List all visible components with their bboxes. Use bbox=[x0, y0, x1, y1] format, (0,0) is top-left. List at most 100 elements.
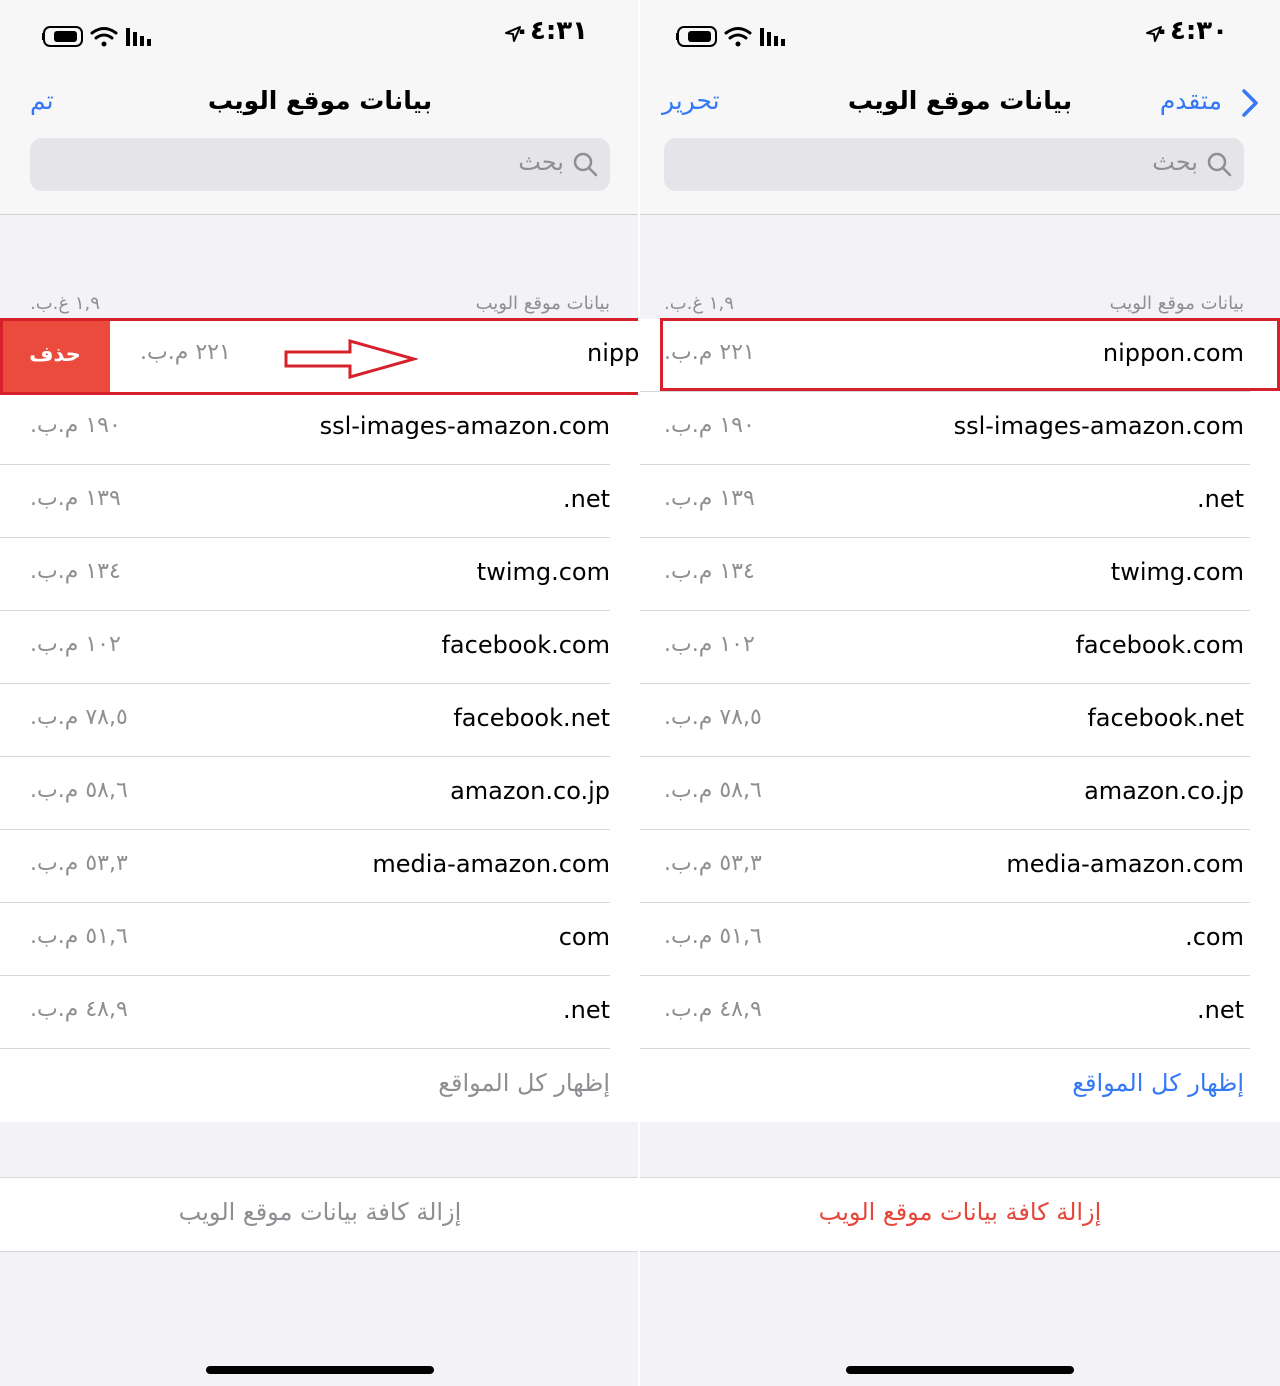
page-title: بيانات موقع الويب bbox=[207, 86, 433, 115]
search-input[interactable]: بحث bbox=[30, 138, 610, 191]
remove-all-label: إزالة كافة بيانات موقع الويب bbox=[818, 1198, 1102, 1226]
remove-all-data-button[interactable]: إزالة كافة بيانات موقع الويب bbox=[0, 1177, 640, 1252]
site-size: ٥٨,٦ م.ب. bbox=[664, 778, 762, 803]
search-input[interactable]: بحث bbox=[664, 138, 1244, 191]
search-placeholder: بحث bbox=[518, 148, 564, 176]
site-name: ssl-images-amazon.com bbox=[319, 412, 610, 440]
website-list: حذف ٢٢١ م.ب. nippon.com ١٩٠ م.ب.ssl-imag… bbox=[0, 319, 640, 1122]
show-all-label: إظهار كل المواقع bbox=[438, 1069, 610, 1097]
site-name: .com bbox=[1185, 923, 1244, 951]
signal-icon bbox=[760, 28, 785, 46]
section-title: بيانات موقع الويب bbox=[475, 293, 610, 314]
website-row[interactable]: ١٠٢ م.ب. facebook.com bbox=[640, 611, 1280, 684]
site-name: twimg.com bbox=[476, 558, 610, 586]
site-name: com bbox=[558, 923, 610, 951]
section-title: بيانات موقع الويب bbox=[1109, 293, 1244, 314]
location-arrow-icon bbox=[505, 26, 521, 42]
website-row[interactable]: ١٩٠ م.ب. ssl-images-amazon.com bbox=[0, 392, 640, 465]
site-name: amazon.co.jp bbox=[1084, 777, 1244, 805]
nav-bar: تم بيانات موقع الويب بحث bbox=[0, 72, 640, 215]
website-row[interactable]: ٧٨,٥ م.ب. facebook.net bbox=[640, 684, 1280, 757]
website-row[interactable]: ٥١,٦ م.ب. com bbox=[0, 903, 640, 976]
right-screen: ٠٤:٣٠ تحرير بيانات موقع الويب متقدم بحث … bbox=[640, 0, 1280, 1386]
remove-all-data-button[interactable]: إزالة كافة بيانات موقع الويب bbox=[640, 1177, 1280, 1252]
site-name: .net bbox=[1196, 996, 1244, 1024]
site-name: .net bbox=[562, 485, 610, 513]
battery-icon bbox=[676, 26, 717, 47]
wifi-icon bbox=[724, 27, 752, 47]
section-total: ١,٩ غ.ب. bbox=[30, 293, 100, 314]
search-icon bbox=[573, 152, 598, 177]
site-size: ٥٣,٣ م.ب. bbox=[664, 851, 762, 876]
back-button[interactable]: متقدم bbox=[1160, 86, 1222, 115]
site-size: ٥١,٦ م.ب. bbox=[30, 924, 128, 949]
site-size: ٤٨,٩ م.ب. bbox=[664, 997, 762, 1022]
search-placeholder: بحث bbox=[1152, 148, 1198, 176]
website-row[interactable]: ٥٣,٣ م.ب. media-amazon.com bbox=[640, 830, 1280, 903]
show-all-sites[interactable]: إظهار كل المواقع bbox=[0, 1049, 640, 1122]
site-name: facebook.com bbox=[1075, 631, 1244, 659]
site-size: ٧٨,٥ م.ب. bbox=[30, 705, 128, 730]
nav-bar: تحرير بيانات موقع الويب متقدم بحث bbox=[640, 72, 1280, 215]
site-name: facebook.net bbox=[1087, 704, 1244, 732]
status-icons bbox=[42, 26, 151, 47]
show-all-label: إظهار كل المواقع bbox=[1072, 1069, 1244, 1097]
highlight-box bbox=[0, 318, 640, 395]
screen-divider bbox=[638, 0, 640, 1386]
site-size: ٤٨,٩ م.ب. bbox=[30, 997, 128, 1022]
site-size: ٥٨,٦ م.ب. bbox=[30, 778, 128, 803]
website-row[interactable]: ٤٨,٩ م.ب. .net bbox=[0, 976, 640, 1049]
website-row[interactable]: ٥١,٦ م.ب. .com bbox=[640, 903, 1280, 976]
site-size: ١٠٢ م.ب. bbox=[664, 632, 755, 657]
website-row[interactable]: ٧٨,٥ م.ب. facebook.net bbox=[0, 684, 640, 757]
site-name: .net bbox=[1196, 485, 1244, 513]
site-name: .net bbox=[562, 996, 610, 1024]
site-name: ssl-images-amazon.com bbox=[953, 412, 1244, 440]
remove-all-label: إزالة كافة بيانات موقع الويب bbox=[178, 1198, 462, 1226]
search-icon bbox=[1207, 152, 1232, 177]
site-name: facebook.net bbox=[453, 704, 610, 732]
site-name: facebook.com bbox=[441, 631, 610, 659]
website-row[interactable]: ١٩٠ م.ب. ssl-images-amazon.com bbox=[640, 392, 1280, 465]
location-arrow-icon bbox=[1146, 26, 1162, 42]
left-screen: ٠٤:٣١ تم بيانات موقع الويب بحث بيانات مو… bbox=[0, 0, 640, 1386]
home-indicator bbox=[846, 1366, 1074, 1374]
site-size: ١٣٩ م.ب. bbox=[30, 486, 121, 511]
site-size: ١٣٩ م.ب. bbox=[664, 486, 755, 511]
website-row[interactable]: ٥٨,٦ م.ب. amazon.co.jp bbox=[0, 757, 640, 830]
status-bar: ٠٤:٣١ bbox=[0, 0, 640, 72]
website-row[interactable]: ١٣٤ م.ب. twimg.com bbox=[640, 538, 1280, 611]
site-name: amazon.co.jp bbox=[450, 777, 610, 805]
status-time: ٠٤:٣١ bbox=[514, 16, 588, 46]
site-size: ١٣٤ م.ب. bbox=[30, 559, 121, 584]
status-time: ٠٤:٣٠ bbox=[1154, 16, 1228, 46]
site-size: ٥٣,٣ م.ب. bbox=[30, 851, 128, 876]
chevron-right-icon[interactable] bbox=[1240, 88, 1260, 118]
wifi-icon bbox=[90, 27, 118, 47]
site-name: media-amazon.com bbox=[372, 850, 610, 878]
section-total: ١,٩ غ.ب. bbox=[664, 293, 734, 314]
home-indicator bbox=[206, 1366, 434, 1374]
website-row[interactable]: ١٠٢ م.ب. facebook.com bbox=[0, 611, 640, 684]
website-list: ٢٢١ م.ب. nippon.com ١٩٠ م.ب. ssl-images-ama… bbox=[640, 319, 1280, 1122]
highlight-box bbox=[660, 318, 1280, 391]
status-bar: ٠٤:٣٠ bbox=[640, 0, 1280, 72]
website-row[interactable]: ١٣٩ م.ب. .net bbox=[640, 465, 1280, 538]
site-name: twimg.com bbox=[1110, 558, 1244, 586]
website-row[interactable]: ١٣٩ م.ب. .net bbox=[0, 465, 640, 538]
site-size: ١٩٠ م.ب. bbox=[30, 413, 121, 438]
section-header: بيانات موقع الويب ١,٩ غ.ب. bbox=[664, 293, 1244, 319]
signal-icon bbox=[126, 28, 151, 46]
show-all-sites[interactable]: إظهار كل المواقع bbox=[640, 1049, 1280, 1122]
website-row[interactable]: ٤٨,٩ م.ب. .net bbox=[640, 976, 1280, 1049]
site-size: ١٩٠ م.ب. bbox=[664, 413, 755, 438]
website-row[interactable]: ٥٣,٣ م.ب. media-amazon.com bbox=[0, 830, 640, 903]
site-size: ٧٨,٥ م.ب. bbox=[664, 705, 762, 730]
section-header: بيانات موقع الويب ١,٩ غ.ب. bbox=[30, 293, 610, 319]
website-row[interactable]: ١٣٤ م.ب. twimg.com bbox=[0, 538, 640, 611]
battery-icon bbox=[42, 26, 83, 47]
status-icons bbox=[676, 26, 785, 47]
website-row[interactable]: ٥٨,٦ م.ب. amazon.co.jp bbox=[640, 757, 1280, 830]
site-name: media-amazon.com bbox=[1006, 850, 1244, 878]
site-size: ١٠٢ م.ب. bbox=[30, 632, 121, 657]
